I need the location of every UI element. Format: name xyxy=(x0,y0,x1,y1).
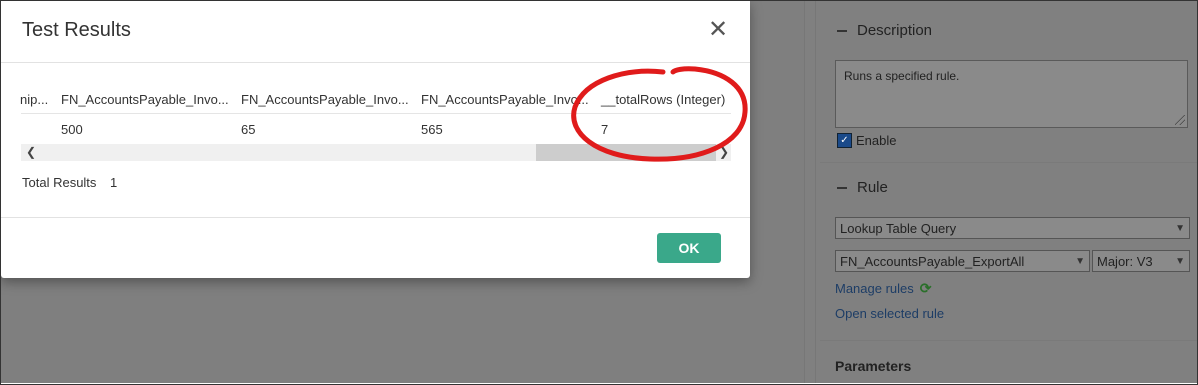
table-cell-total-rows: 7 xyxy=(601,122,609,137)
rule-version-select[interactable]: Major: V3 ▼ xyxy=(1092,250,1190,272)
column-header[interactable]: FN_AccountsPayable_Invo... xyxy=(61,92,229,107)
rule-type-value: Lookup Table Query xyxy=(840,220,957,236)
chevron-down-icon: ▼ xyxy=(1175,222,1185,234)
rule-name-value: FN_AccountsPayable_ExportAll xyxy=(840,253,1025,269)
table-cell: 500 xyxy=(61,122,83,137)
enable-checkbox-row[interactable]: ✓ Enable xyxy=(837,133,896,148)
test-results-dialog: Test Results ✕ nip... FN_AccountsPayable… xyxy=(1,1,750,278)
total-results-value: 1 xyxy=(110,175,118,190)
scroll-left-icon[interactable]: ❮ xyxy=(26,144,36,161)
minus-icon xyxy=(837,186,847,189)
rule-version-value: Major: V3 xyxy=(1097,253,1153,269)
table-cell: 565 xyxy=(421,122,443,137)
rule-name-select[interactable]: FN_AccountsPayable_ExportAll ▼ xyxy=(835,250,1090,272)
scroll-right-icon[interactable]: ❯ xyxy=(719,144,729,161)
chevron-down-icon: ▼ xyxy=(1075,255,1085,267)
section-divider xyxy=(820,162,1197,163)
minus-icon xyxy=(837,29,847,32)
resize-grip-icon[interactable] xyxy=(1175,115,1185,125)
rule-type-select[interactable]: Lookup Table Query ▼ xyxy=(835,217,1190,239)
manage-rules-label: Manage rules xyxy=(835,281,914,296)
chevron-down-icon: ▼ xyxy=(1175,255,1185,267)
description-header-label: Description xyxy=(857,22,933,39)
column-header[interactable]: FN_AccountsPayable_Invo... xyxy=(241,92,409,107)
properties-panel: Description Runs a specified rule. ✓ Ena… xyxy=(815,0,1197,383)
refresh-icon[interactable]: ⟳ xyxy=(920,280,932,297)
panel-divider xyxy=(804,1,805,383)
column-header[interactable]: nip... xyxy=(20,92,48,107)
description-text: Runs a specified rule. xyxy=(844,69,960,83)
section-divider xyxy=(820,340,1197,341)
description-textarea[interactable]: Runs a specified rule. xyxy=(835,60,1188,128)
table-cell: 65 xyxy=(241,122,256,137)
horizontal-scrollbar[interactable]: ❮ ❯ xyxy=(21,144,731,161)
column-header[interactable]: FN_AccountsPayable_Invo... xyxy=(421,92,589,107)
ok-button[interactable]: OK xyxy=(657,233,721,263)
total-results-label: Total Results xyxy=(22,175,97,190)
parameters-header: Parameters xyxy=(835,358,912,374)
scrollbar-thumb[interactable] xyxy=(536,144,716,161)
open-selected-rule-label: Open selected rule xyxy=(835,306,945,321)
manage-rules-link[interactable]: Manage rules ⟳ xyxy=(835,280,932,297)
column-header-total-rows[interactable]: __totalRows (Integer) xyxy=(601,92,725,107)
close-icon[interactable]: ✕ xyxy=(705,17,731,43)
footer-divider xyxy=(1,217,750,218)
rule-header-label: Rule xyxy=(857,179,888,196)
enable-label: Enable xyxy=(856,133,897,148)
grid-row-divider xyxy=(21,113,731,114)
rule-header[interactable]: Rule xyxy=(837,179,888,196)
checkbox-checked-icon[interactable]: ✓ xyxy=(837,133,852,148)
dialog-title: Test Results xyxy=(22,19,131,41)
description-header[interactable]: Description xyxy=(837,22,932,39)
total-results: Total Results 1 xyxy=(22,175,117,190)
open-selected-rule-link[interactable]: Open selected rule xyxy=(835,306,944,321)
